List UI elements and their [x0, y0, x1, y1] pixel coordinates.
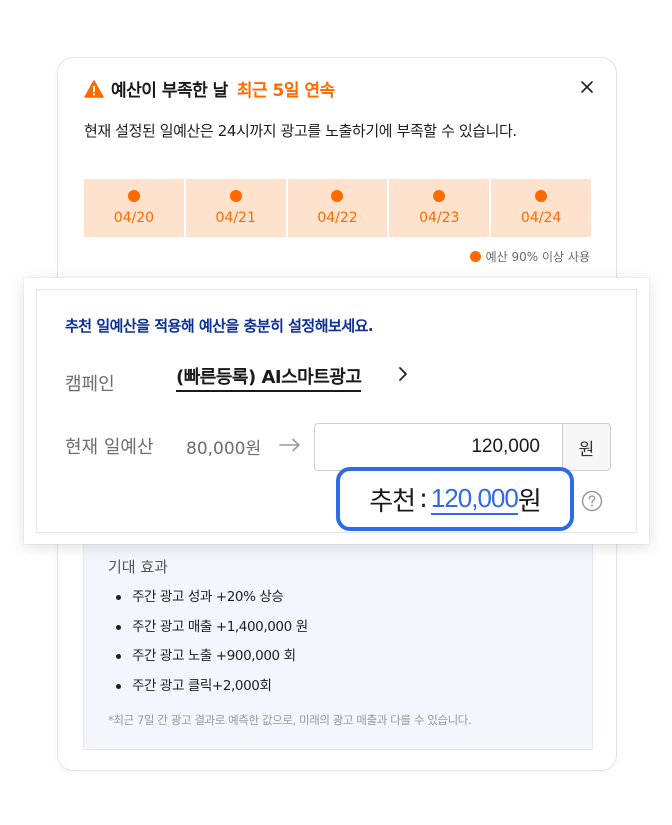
recommend-headline: 추천 일예산을 적용해 예산을 충분히 설정해보세요. [65, 317, 374, 335]
usage-dot [331, 190, 344, 202]
daily-budget-input[interactable] [314, 423, 562, 471]
list-item: 주간 광고 노출 +900,000 회 [116, 646, 308, 676]
day-label: 04/23 [419, 210, 460, 226]
recommended-value-link[interactable]: 120,000 [430, 483, 519, 515]
recommended-budget-highlight: 추천 : 120,000 원 [336, 467, 574, 531]
campaign-link[interactable]: (빠른등록) AI스마트광고 [176, 363, 362, 392]
alert-header: 예산이 부족한 날 최근 5일 연속 [84, 76, 335, 101]
list-item: 주간 광고 매출 +1,400,000 원 [116, 617, 308, 647]
day-cell: 04/20 [84, 179, 184, 237]
recommended-label: 추천 [369, 486, 416, 517]
legend-label: 예산 90% 이상 사용 [485, 250, 590, 264]
usage-dot [535, 190, 548, 202]
day-label: 04/22 [317, 210, 358, 226]
list-item: 주간 광고 클릭+2,000회 [116, 676, 308, 706]
close-icon[interactable] [580, 80, 594, 94]
current-budget-label: 현재 일예산 [65, 437, 154, 458]
arrow-right-icon [279, 438, 300, 452]
day-label: 04/24 [520, 210, 562, 226]
alert-title: 예산이 부족한 날 [111, 81, 228, 101]
expected-list: 주간 광고 성과 +20% 상승 주간 광고 매출 +1,400,000 원 주… [116, 587, 308, 705]
current-budget-value: 80,000원 [186, 439, 262, 459]
usage-dot [229, 190, 242, 202]
legend: 예산 90% 이상 사용 [469, 248, 590, 265]
recommend-panel: 추천 일예산을 적용해 예산을 충분히 설정해보세요. 캠페인 (빠른등록) A… [24, 278, 649, 544]
campaign-label: 캠페인 [65, 374, 115, 395]
day-cell: 04/23 [389, 179, 490, 237]
disclaimer-note: *최근 7일 간 광고 결과로 예측한 값으로, 미래의 광고 매출과 다를 수… [108, 713, 472, 727]
warning-triangle-icon [84, 79, 104, 98]
day-cell: 04/24 [491, 179, 591, 237]
list-item: 주간 광고 성과 +20% 상승 [116, 587, 308, 617]
help-icon[interactable] [581, 490, 603, 512]
legend-dot [469, 251, 481, 262]
unit-label: 원 [562, 423, 611, 471]
alert-description: 현재 설정된 일예산은 24시까지 광고를 노출하기에 부족할 수 있습니다. [84, 122, 517, 140]
day-strip: 04/20 04/21 04/22 04/23 04/24 [84, 179, 591, 237]
recommended-colon: : [419, 484, 428, 514]
day-cell: 04/22 [287, 179, 388, 237]
expected-effects-box: 기대 효과 주간 광고 성과 +20% 상승 주간 광고 매출 +1,400,0… [83, 528, 593, 750]
usage-dot [127, 190, 140, 202]
usage-dot [433, 190, 446, 202]
recommend-panel-inner: 추천 일예산을 적용해 예산을 충분히 설정해보세요. 캠페인 (빠른등록) A… [36, 289, 637, 533]
alert-title-accent: 최근 5일 연속 [236, 81, 335, 101]
day-cell: 04/21 [185, 179, 286, 237]
expected-title: 기대 효과 [108, 558, 168, 576]
recommended-unit: 원 [517, 486, 542, 517]
day-label: 04/21 [215, 210, 256, 226]
chevron-right-icon[interactable] [397, 365, 409, 383]
day-label: 04/20 [113, 210, 155, 226]
